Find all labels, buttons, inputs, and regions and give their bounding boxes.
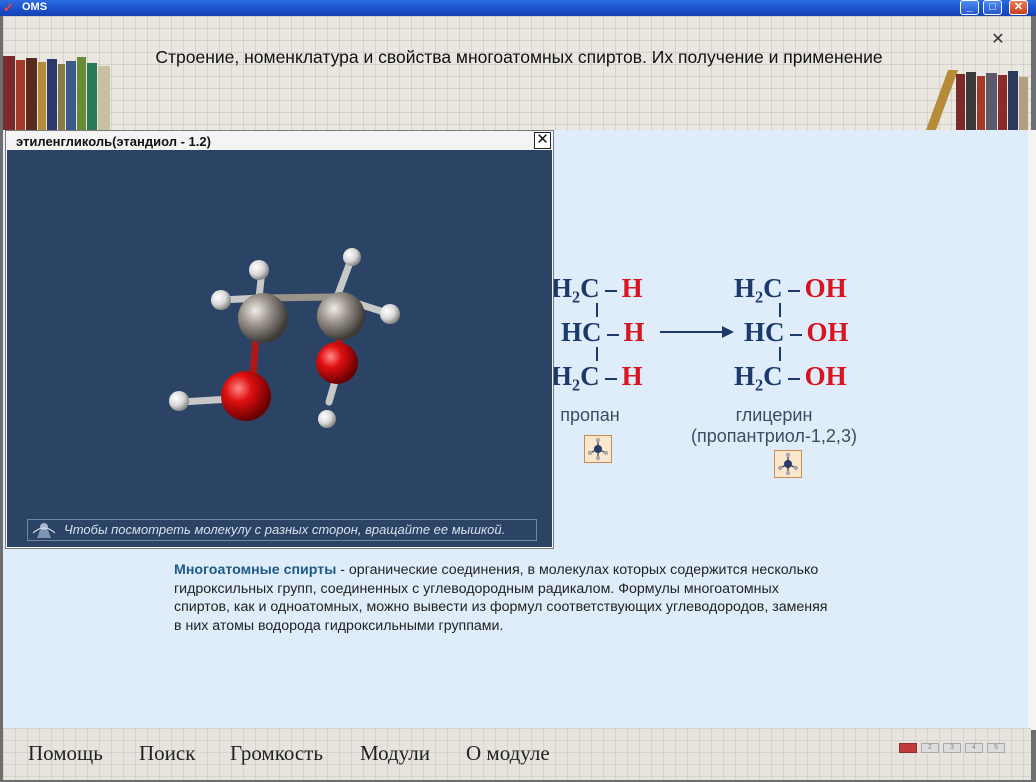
rotate-hint-text: Чтобы посмотреть молекулу с разных сторо… — [64, 522, 506, 537]
glycerol-caption: глицерин — [735, 405, 813, 425]
show-glycerol-molecule-button[interactable] — [774, 450, 802, 478]
background-window-edge — [1028, 130, 1036, 730]
description-paragraph: Многоатомные спирты - органические соеди… — [174, 561, 834, 635]
description-term: Многоатомные спирты — [174, 562, 337, 578]
bond-line — [779, 303, 781, 317]
close-module-button[interactable]: ✕ — [988, 32, 1008, 48]
reaction-arrow-head — [722, 326, 734, 338]
rotate-hand-icon — [32, 523, 56, 538]
substituent: OH — [806, 317, 849, 347]
molecule-icon — [777, 452, 799, 476]
carbon-group: H₂C — [734, 273, 783, 303]
substituent: H — [621, 361, 643, 391]
reaction-arrow — [660, 331, 724, 333]
page-button[interactable]: 5 — [987, 743, 1005, 753]
page-button[interactable]: 3 — [943, 743, 961, 753]
minimize-button[interactable]: _ — [960, 0, 979, 15]
formula-row: HC H — [561, 310, 645, 354]
carbon-group: H₂C — [551, 361, 600, 391]
menu-item-search[interactable]: Поиск — [139, 741, 195, 766]
substituent: H — [623, 317, 645, 347]
carbon-group: HC — [561, 317, 602, 347]
menu-item-volume[interactable]: Громкость — [230, 741, 323, 766]
bond-line — [779, 347, 781, 361]
substituent: H — [621, 273, 643, 303]
propane-caption: пропан — [560, 405, 620, 425]
menu-item-about-module[interactable]: О модуле — [466, 741, 550, 766]
close-window-button[interactable]: ✕ — [1009, 0, 1028, 15]
page-button-current[interactable] — [899, 743, 917, 753]
carbon-group: H₂C — [734, 361, 783, 391]
maximize-button[interactable]: □ — [983, 0, 1002, 15]
substituent: OH — [804, 361, 847, 391]
ethylene-glycol-molecule-model[interactable] — [7, 150, 552, 547]
molecule-3d-viewer[interactable]: Чтобы посмотреть молекулу с разных сторо… — [7, 150, 552, 547]
title-bar[interactable]: ✓ OMS _ □ ✕ — [0, 0, 1036, 16]
substituent: OH — [804, 273, 847, 303]
menu-item-modules[interactable]: Модули — [360, 741, 430, 766]
bond-line — [596, 303, 598, 317]
app-icon: ✓ — [3, 0, 14, 15]
glycerol-iupac-caption: (пропантриол-1,2,3) — [691, 426, 857, 446]
formula-row: H₂C OH — [734, 266, 847, 310]
app-window: ✓ OMS _ □ ✕ Строение, номенклатура и сво… — [0, 0, 1036, 782]
popup-title: этиленгликоль(этандиол - 1.2) — [16, 134, 211, 149]
menu-item-help[interactable]: Помощь — [28, 741, 103, 766]
window-title: OMS — [22, 1, 48, 13]
molecule-viewer-popup: этиленгликоль(этандиол - 1.2) ✕ Чтобы по… — [5, 130, 554, 549]
bookshelf-right-image — [926, 70, 1028, 130]
carbon-group: HC — [744, 317, 785, 347]
formula-row: HC OH — [744, 310, 849, 354]
bookshelf-left-image — [3, 56, 110, 130]
page-title: Строение, номенклатура и свойства многоа… — [155, 47, 883, 67]
carbon-group: H₂C — [551, 273, 600, 303]
formula-row: H₂C OH — [734, 354, 847, 398]
popup-close-button[interactable]: ✕ — [534, 132, 551, 149]
bottom-menu-bar: Помощь Поиск Громкость Модули О модуле 2… — [3, 728, 1031, 780]
show-propane-molecule-button[interactable] — [584, 435, 612, 463]
bond-line — [596, 347, 598, 361]
page-button[interactable]: 2 — [921, 743, 939, 753]
rotate-hint-bar: Чтобы посмотреть молекулу с разных сторо… — [27, 519, 537, 541]
page-button[interactable]: 4 — [965, 743, 983, 753]
molecule-icon — [587, 437, 609, 461]
header: Строение, номенклатура и свойства многоа… — [3, 16, 1031, 130]
